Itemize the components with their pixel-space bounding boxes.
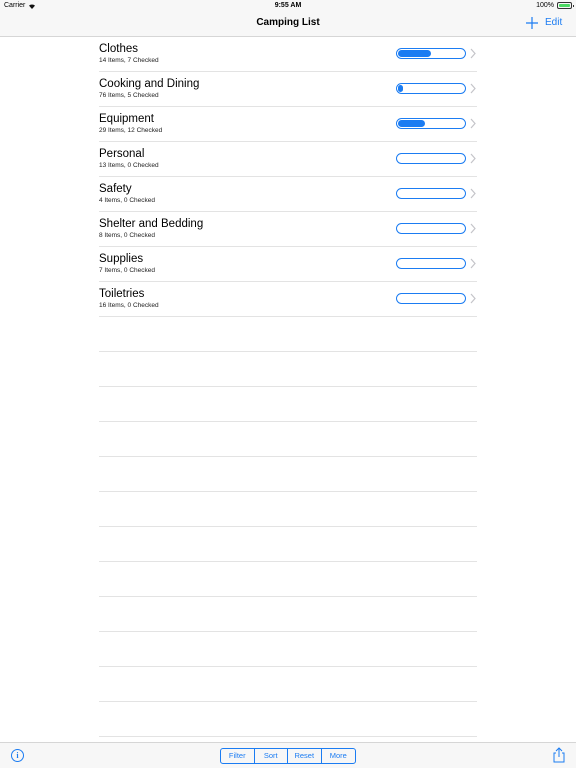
list-row[interactable]: Clothes 14 Items, 7 Checked [99, 37, 477, 72]
row-subtitle: 76 Items, 5 Checked [99, 92, 159, 99]
segment-filter-button[interactable]: Filter [221, 749, 255, 763]
status-bar: Carrier 9:55 AM 100% [0, 0, 576, 12]
list-row[interactable]: Personal 13 Items, 0 Checked [99, 142, 477, 177]
chevron-right-icon [470, 188, 476, 199]
empty-row [99, 667, 477, 702]
list-row[interactable]: Safety 4 Items, 0 Checked [99, 177, 477, 212]
segment-sort-button[interactable]: Sort [255, 749, 288, 763]
row-title: Equipment [99, 113, 154, 125]
empty-row [99, 562, 477, 597]
row-title: Clothes [99, 43, 138, 55]
list-row[interactable]: Equipment 29 Items, 12 Checked [99, 107, 477, 142]
progress-fill [398, 85, 403, 92]
empty-row [99, 527, 477, 562]
list-row[interactable]: Cooking and Dining 76 Items, 5 Checked [99, 72, 477, 107]
edit-button[interactable]: Edit [545, 17, 562, 28]
share-icon [553, 747, 565, 763]
empty-row [99, 702, 477, 737]
share-button[interactable] [552, 747, 566, 763]
row-subtitle: 7 Items, 0 Checked [99, 267, 155, 274]
chevron-right-icon [470, 223, 476, 234]
row-title: Safety [99, 183, 132, 195]
empty-row [99, 632, 477, 667]
list-row[interactable]: Shelter and Bedding 8 Items, 0 Checked [99, 212, 477, 247]
row-subtitle: 29 Items, 12 Checked [99, 127, 163, 134]
empty-row [99, 597, 477, 632]
battery-percent: 100% [536, 2, 554, 9]
progress-bar [396, 293, 466, 304]
empty-row [99, 492, 477, 527]
empty-row [99, 387, 477, 422]
progress-bar [396, 258, 466, 269]
progress-bar [396, 83, 466, 94]
progress-bar [396, 188, 466, 199]
chevron-right-icon [470, 118, 476, 129]
row-subtitle: 14 Items, 7 Checked [99, 57, 159, 64]
progress-fill [398, 50, 431, 57]
row-title: Toiletries [99, 288, 145, 300]
bottom-toolbar: i Filter Sort Reset More [0, 742, 576, 768]
progress-bar [396, 118, 466, 129]
chevron-right-icon [470, 48, 476, 59]
empty-row [99, 422, 477, 457]
status-time: 9:55 AM [274, 2, 302, 9]
battery-icon [557, 2, 574, 9]
info-button[interactable]: i [11, 749, 24, 762]
empty-row [99, 352, 477, 387]
nav-title: Camping List [256, 17, 320, 28]
segment-reset-button[interactable]: Reset [288, 749, 322, 763]
chevron-right-icon [470, 153, 476, 164]
navigation-bar: Camping List Edit [0, 12, 576, 37]
chevron-right-icon [470, 258, 476, 269]
info-icon: i [16, 751, 19, 760]
row-title: Personal [99, 148, 145, 160]
row-title: Cooking and Dining [99, 78, 200, 90]
row-subtitle: 13 Items, 0 Checked [99, 162, 159, 169]
status-right: 100% [536, 2, 574, 9]
empty-row [99, 457, 477, 492]
add-button[interactable] [524, 14, 540, 32]
list-row[interactable]: Toiletries 16 Items, 0 Checked [99, 282, 477, 317]
chevron-right-icon [470, 83, 476, 94]
row-title: Shelter and Bedding [99, 218, 204, 230]
chevron-right-icon [470, 293, 476, 304]
category-list: Clothes 14 Items, 7 Checked Cooking and Di… [99, 37, 477, 737]
progress-bar [396, 223, 466, 234]
progress-fill [398, 120, 426, 127]
list-row[interactable]: Supplies 7 Items, 0 Checked [99, 247, 477, 282]
progress-bar [396, 153, 466, 164]
plus-icon [526, 17, 538, 29]
row-title: Supplies [99, 253, 144, 265]
segment-more-button[interactable]: More [322, 749, 356, 763]
row-subtitle: 8 Items, 0 Checked [99, 232, 155, 239]
empty-row [99, 317, 477, 352]
row-subtitle: 4 Items, 0 Checked [99, 197, 155, 204]
action-segmented-control: Filter Sort Reset More [220, 748, 356, 764]
row-subtitle: 16 Items, 0 Checked [99, 302, 159, 309]
progress-bar [396, 48, 466, 59]
